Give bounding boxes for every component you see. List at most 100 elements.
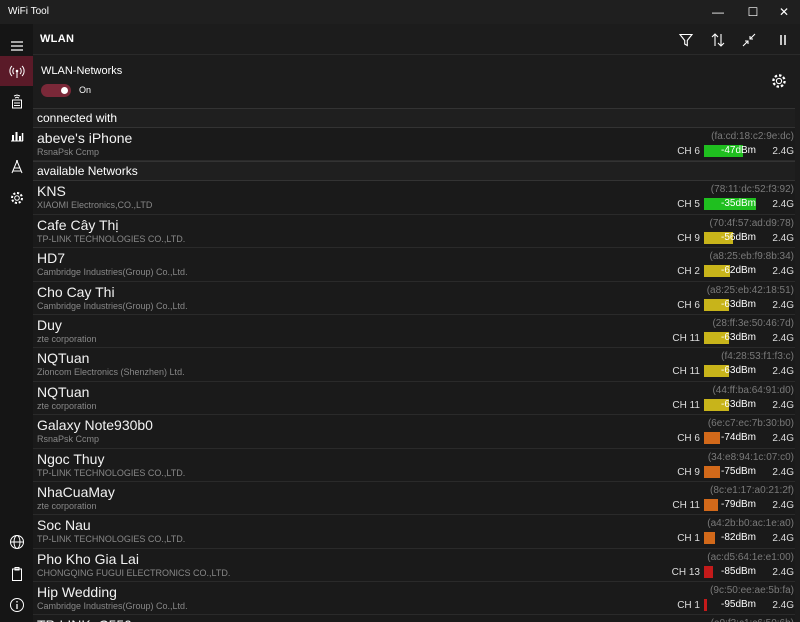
window-title: WiFi Tool: [8, 6, 49, 17]
signal-dbm: -56dBm: [720, 231, 756, 243]
collapse-icon: [742, 33, 756, 47]
network-ssid: Duy: [37, 316, 62, 333]
title-bar: WiFi Tool — ☐ ✕: [0, 0, 800, 24]
signal-dbm: -63dBm: [720, 365, 756, 377]
network-row[interactable]: HD7 Cambridge Industries(Group) Co.,Ltd. (…: [33, 248, 800, 282]
filter-button[interactable]: [675, 30, 697, 50]
sidebar-item-devices[interactable]: [0, 87, 33, 117]
network-vendor: zte corporation: [37, 333, 97, 344]
network-row[interactable]: Ngoc Thuy TP-LINK TECHNOLOGIES CO.,LTD. (3…: [33, 448, 800, 482]
collapse-button[interactable]: [738, 30, 760, 50]
network-row[interactable]: NQTuan zte corporation (44:ff:ba:64:91:d0)…: [33, 381, 800, 416]
bar-chart-icon: [10, 132, 23, 142]
network-mac: (28:ff:3e:50:46:7d): [712, 317, 794, 329]
network-channel: CH 9: [677, 232, 700, 244]
network-ssid: Ngoc Thuy: [37, 450, 105, 467]
sort-icon: [711, 33, 725, 47]
close-button[interactable]: ✕: [768, 0, 800, 24]
network-row[interactable]: Galaxy Note930b0 RsnaPsk Ccmp (6e:c7:ec:7b…: [33, 415, 800, 449]
network-channel: CH 11: [672, 399, 700, 411]
minimize-button[interactable]: —: [702, 0, 734, 24]
signal-dbm: -74dBm: [720, 432, 756, 444]
network-vendor: TP-LINK TECHNOLOGIES CO.,LTD.: [37, 233, 186, 244]
sidebar-item-settings[interactable]: [0, 183, 33, 213]
network-band: 2.4G: [772, 600, 794, 612]
signal-bar: -56dBm: [704, 231, 756, 244]
network-channel: CH 11: [672, 332, 700, 344]
wifi-signal-icon: [8, 65, 25, 78]
signal-dbm: -47dBm: [720, 145, 756, 156]
maximize-button[interactable]: ☐: [737, 0, 769, 24]
network-row[interactable]: Hip Wedding Cambridge Industries(Group) C…: [33, 582, 800, 616]
network-row[interactable]: Soc Nau TP-LINK TECHNOLOGIES CO.,LTD. (a4:…: [33, 515, 800, 549]
network-row[interactable]: NQTuan Zioncom Electronics (Shenzhen) Ltd…: [33, 348, 800, 382]
network-row[interactable]: Pho Kho Gia Lai CHONGQING FUGUI ELECTRONI…: [33, 548, 800, 583]
settings-icon: [10, 192, 23, 204]
network-mac: (9c:50:ee:ae:5b:fa): [710, 585, 794, 597]
network-band: 2.4G: [772, 332, 794, 344]
network-ssid: KNS: [37, 183, 66, 200]
network-ssid: NhaCuaMay: [37, 483, 115, 500]
network-mac: (a8:25:eb:f9:8b:34): [709, 251, 794, 263]
network-ssid: NQTuan: [37, 350, 90, 367]
signal-dbm: -62dBm: [720, 265, 756, 277]
network-band: 2.4G: [772, 146, 794, 157]
network-band: 2.4G: [772, 199, 794, 211]
scrollbar[interactable]: [795, 108, 800, 622]
network-row[interactable]: TP-LINK_C550 (a0:f3:c1:c6:50:6b): [33, 615, 800, 622]
network-vendor: XIAOMI Electronics,CO.,LTD: [37, 200, 153, 211]
signal-dbm: -35dBm: [720, 198, 756, 210]
network-mac: (a4:2b:b0:ac:1e:a0): [707, 518, 794, 530]
signal-bar: -75dBm: [704, 465, 756, 478]
signal-bar: -63dBm: [704, 298, 756, 311]
signal-bar: -85dBm: [704, 565, 756, 578]
sidebar-item-about[interactable]: [0, 590, 33, 620]
network-vendor: RsnaPsk Ccmp: [37, 434, 100, 445]
antenna-icon: [11, 160, 22, 174]
signal-dbm: -95dBm: [720, 599, 756, 611]
sidebar-item-antenna[interactable]: [0, 152, 33, 182]
network-channel: CH 11: [672, 499, 700, 511]
network-vendor: Cambridge Industries(Group) Co.,Ltd.: [37, 601, 188, 612]
network-ssid: Galaxy Note930b0: [37, 417, 153, 434]
network-row[interactable]: NhaCuaMay zte corporation (8c:e1:17:a0:21:…: [33, 481, 800, 516]
network-row[interactable]: KNS XIAOMI Electronics,CO.,LTD (78:11:dc:5…: [33, 181, 800, 215]
network-vendor: zte corporation: [37, 500, 97, 511]
network-row[interactable]: abeve's iPhone RsnaPsk Ccmp (fa:cd:18:c2:9…: [33, 128, 800, 162]
network-ssid: Soc Nau: [37, 517, 91, 534]
network-channel: CH 1: [677, 600, 700, 612]
network-band: 2.4G: [772, 433, 794, 445]
network-mac: (8c:e1:17:a0:21:2f): [710, 484, 794, 496]
network-vendor: TP-LINK TECHNOLOGIES CO.,LTD.: [37, 467, 186, 478]
sidebar-item-wlan[interactable]: [0, 56, 33, 86]
sidebar-item-statistics[interactable]: [0, 120, 33, 150]
network-row[interactable]: Cafe Cây Thị TP-LINK TECHNOLOGIES CO.,LTD…: [33, 214, 800, 249]
network-channel: CH 6: [677, 299, 700, 311]
network-mac: (a0:f3:c1:c6:50:6b): [711, 618, 794, 622]
network-ssid: HD7: [37, 250, 66, 267]
gear-icon[interactable]: [770, 72, 788, 90]
network-band: 2.4G: [772, 499, 794, 511]
router-icon: [11, 94, 22, 109]
sort-button[interactable]: [707, 30, 729, 50]
network-ssid: Cho Cay Thi: [37, 283, 115, 300]
section-available: available Networks: [33, 161, 800, 182]
sidebar-item-clipboard[interactable]: [0, 559, 33, 589]
signal-bar: -79dBm: [704, 498, 756, 511]
wlan-panel: WLAN-Networks On: [33, 55, 800, 108]
page-title: WLAN: [40, 33, 75, 45]
network-row[interactable]: Cho Cay Thi Cambridge Industries(Group) C…: [33, 281, 800, 315]
network-channel: CH 9: [677, 466, 700, 478]
signal-dbm: -79dBm: [720, 498, 756, 510]
signal-bar: -47dBm: [704, 145, 756, 157]
signal-bar: -95dBm: [704, 599, 756, 612]
network-band: 2.4G: [772, 366, 794, 378]
wlan-toggle[interactable]: [41, 84, 71, 97]
pause-button[interactable]: [772, 30, 794, 50]
sidebar-item-web[interactable]: [0, 527, 33, 557]
network-row[interactable]: Duy zte corporation (28:ff:3e:50:46:7d) CH …: [33, 314, 800, 349]
network-vendor: TP-LINK TECHNOLOGIES CO.,LTD.: [37, 534, 186, 545]
clipboard-icon: [11, 567, 22, 581]
signal-dbm: -82dBm: [720, 532, 756, 544]
network-ssid: Hip Wedding: [37, 584, 117, 601]
